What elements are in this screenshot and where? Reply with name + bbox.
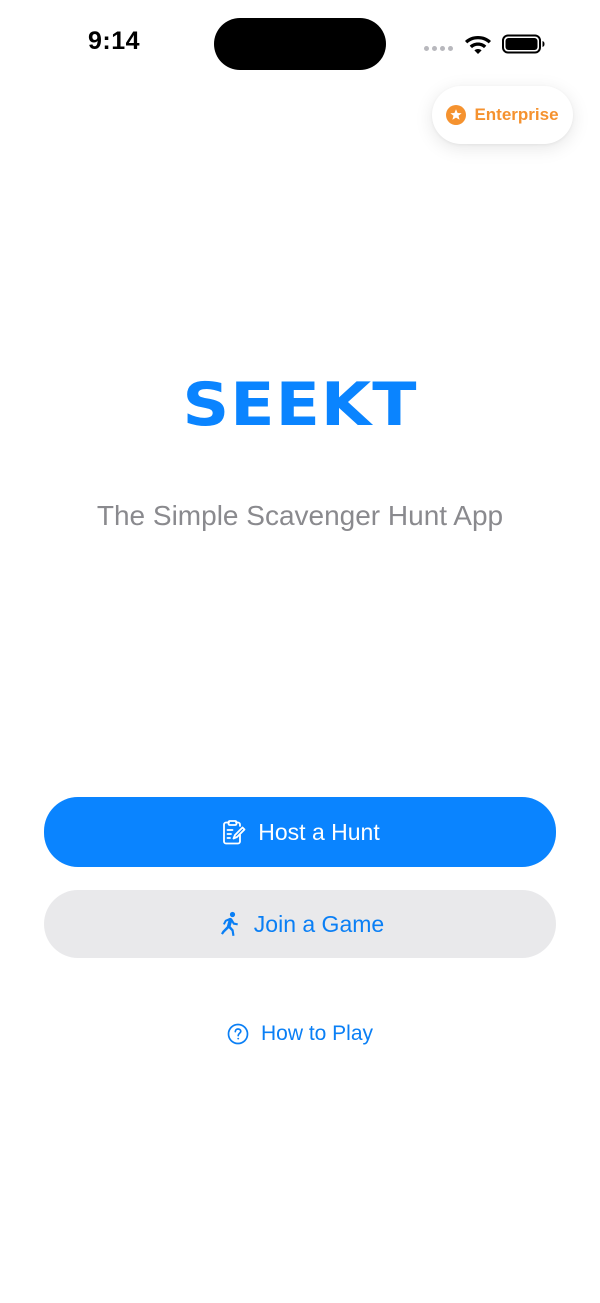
clipboard-edit-icon — [223, 820, 246, 845]
battery-icon — [502, 34, 545, 54]
enterprise-badge[interactable]: Enterprise — [432, 86, 573, 144]
app-tagline: The Simple Scavenger Hunt App — [96, 500, 504, 531]
dynamic-island — [214, 18, 386, 70]
running-person-icon — [220, 911, 238, 936]
how-to-play-label: How to Play — [260, 1022, 374, 1045]
join-a-game-label: Join a Game — [253, 910, 385, 937]
cellular-signal-icon — [424, 46, 453, 51]
how-to-play-link[interactable]: How to Play — [0, 1022, 600, 1046]
host-a-hunt-label: Host a Hunt — [258, 818, 380, 845]
question-circle-icon — [227, 1023, 249, 1045]
status-time: 9:14 — [88, 27, 141, 55]
home-screen: 9:14 Enterprise SEEKT The Simple Scaveng… — [0, 0, 600, 1303]
app-logo: SEEKT — [182, 370, 418, 440]
wifi-icon — [465, 36, 491, 54]
join-a-game-button[interactable]: Join a Game — [44, 890, 556, 958]
enterprise-badge-label: Enterprise — [474, 105, 559, 124]
star-circle-icon — [446, 105, 467, 125]
host-a-hunt-button[interactable]: Host a Hunt — [44, 797, 556, 867]
